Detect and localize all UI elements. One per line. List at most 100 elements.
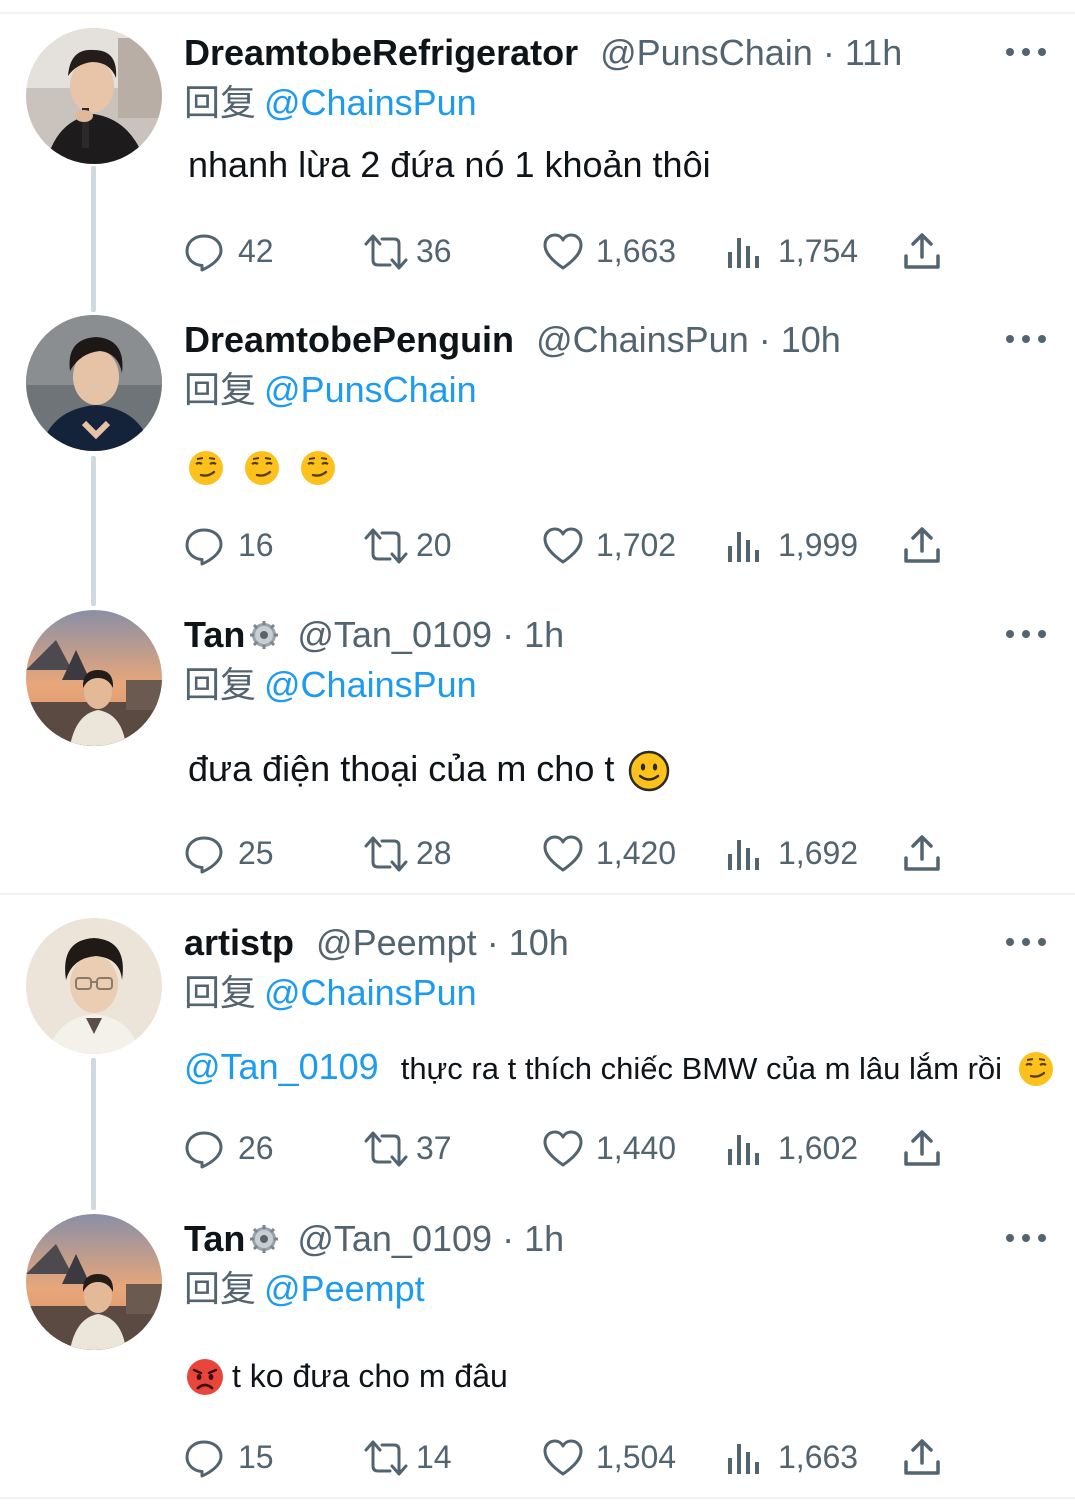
timestamp[interactable]: 1h	[524, 614, 564, 655]
views-bar-chart-icon	[728, 840, 759, 870]
like-count: 1,420	[596, 835, 677, 871]
like-count: 1,702	[596, 527, 677, 563]
thread-connector-line	[91, 456, 96, 606]
smirking-face-emoji	[301, 451, 336, 486]
timestamp[interactable]: 10h	[781, 319, 841, 360]
avatar[interactable]	[26, 315, 162, 451]
display-name[interactable]: DreamtobeRefrigerator	[184, 32, 578, 73]
like-count: 1,504	[596, 1439, 677, 1475]
tweet-actions: 15 14 1,504 1,663	[184, 1432, 964, 1482]
display-name[interactable]: DreamtobePenguin	[184, 319, 514, 360]
user-handle[interactable]: @PunsChain	[600, 32, 813, 73]
gear-badge-icon	[250, 621, 279, 649]
heart-icon	[543, 527, 583, 564]
avatar[interactable]	[26, 1214, 162, 1350]
more-options-icon[interactable]	[1004, 622, 1048, 646]
separator-dot: ·	[502, 1218, 515, 1259]
heart-icon	[543, 233, 583, 270]
like-count: 1,440	[596, 1130, 677, 1166]
reply-count: 26	[238, 1130, 274, 1166]
reply-count: 42	[238, 233, 274, 269]
reply-mention-link[interactable]: @ChainsPun	[264, 664, 477, 705]
timestamp[interactable]: 10h	[509, 922, 569, 963]
reply-bubble-icon	[185, 836, 223, 874]
replying-to: 回复 @PunsChain	[184, 365, 477, 415]
more-options-icon[interactable]	[1004, 327, 1048, 351]
reply-mention-link[interactable]: @Peempt	[264, 1268, 425, 1309]
retweet-icon	[364, 528, 408, 564]
replying-to: 回复 @ChainsPun	[184, 78, 477, 128]
reply-count: 25	[238, 835, 274, 871]
tweet-header: artistp @Peempt · 10h	[184, 918, 569, 968]
reply-bubble-icon	[185, 234, 223, 272]
tweet-text: đưa điện thoại của m cho t	[188, 746, 670, 792]
user-handle[interactable]: @Peempt	[316, 922, 477, 963]
top-divider	[0, 12, 1075, 14]
heart-icon	[543, 1439, 583, 1476]
reply-bubble-icon	[185, 1440, 223, 1478]
share-upload-icon	[904, 233, 940, 269]
tweet-text-content: thực ra t thích chiếc BMW của m lâu lắm …	[400, 1051, 1003, 1086]
retweet-count: 14	[416, 1439, 452, 1475]
display-name[interactable]: artistp	[184, 922, 294, 963]
tweet-mention-link[interactable]: @Tan_0109	[184, 1046, 379, 1087]
more-options-icon[interactable]	[1004, 930, 1048, 954]
separator-dot: ·	[758, 319, 771, 360]
avatar-image	[26, 918, 162, 1054]
user-handle[interactable]: @ChainsPun	[536, 319, 749, 360]
timestamp[interactable]: 11h	[845, 32, 902, 73]
views-count: 1,602	[778, 1130, 859, 1166]
reply-mention-link[interactable]: @PunsChain	[264, 369, 477, 410]
retweet-count: 37	[416, 1130, 452, 1166]
retweet-icon	[364, 234, 408, 270]
user-handle[interactable]: @Tan_0109	[297, 1218, 492, 1259]
reply-mention-link[interactable]: @ChainsPun	[264, 972, 477, 1013]
retweet-icon	[364, 1131, 408, 1167]
tweet-actions: 16 20 1,702 1,999	[184, 520, 964, 570]
tweet-text: t ko đưa cho m đâu	[186, 1352, 508, 1399]
avatar-image	[26, 610, 162, 746]
pouting-face-emoji	[187, 1359, 223, 1396]
views-count: 1,663	[778, 1439, 859, 1475]
reply-count: 15	[238, 1439, 274, 1475]
views-count: 1,999	[778, 527, 859, 563]
reply-prefix: 回复	[184, 369, 257, 410]
views-bar-chart-icon	[728, 1135, 759, 1165]
display-name[interactable]: Tan	[184, 614, 245, 655]
reply-mention-link[interactable]: @ChainsPun	[264, 82, 477, 123]
tweet-header: DreamtobePenguin @ChainsPun · 10h	[184, 315, 841, 365]
share-upload-icon	[904, 1130, 940, 1166]
retweet-count: 20	[416, 527, 452, 563]
conversation-divider	[0, 893, 1075, 895]
more-options-icon[interactable]	[1004, 40, 1048, 64]
smirking-face-emoji	[189, 451, 223, 486]
views-bar-chart-icon	[728, 532, 759, 562]
views-bar-chart-icon	[728, 1444, 759, 1474]
share-upload-icon	[904, 1439, 940, 1475]
share-upload-icon	[904, 835, 940, 871]
more-options-icon[interactable]	[1004, 1226, 1048, 1250]
views-count: 1,692	[778, 835, 859, 871]
heart-icon	[543, 835, 583, 872]
reply-prefix: 回复	[184, 664, 257, 705]
display-name[interactable]: Tan	[184, 1218, 245, 1259]
thread-connector-line	[91, 1058, 96, 1210]
conversation-divider	[0, 1497, 1075, 1499]
avatar[interactable]	[26, 918, 162, 1054]
tweet-text: @Tan_0109 thực ra t thích chiếc BMW của m…	[184, 1044, 1054, 1092]
timestamp[interactable]: 1h	[524, 1218, 564, 1259]
tweet-text-content: t ko đưa cho m đâu	[232, 1358, 508, 1394]
slightly-smiling-face-emoji	[629, 751, 670, 792]
retweet-count: 28	[416, 835, 452, 871]
gear-badge-icon	[250, 1225, 279, 1253]
reply-prefix: 回复	[184, 972, 257, 1013]
heart-icon	[543, 1130, 583, 1167]
user-handle[interactable]: @Tan_0109	[297, 614, 492, 655]
reply-bubble-icon	[185, 528, 223, 566]
retweet-icon	[364, 836, 408, 872]
reply-bubble-icon	[185, 1131, 223, 1169]
avatar[interactable]	[26, 610, 162, 746]
avatar[interactable]	[26, 28, 162, 164]
separator-dot: ·	[486, 922, 499, 963]
smirking-face-emoji	[1019, 1052, 1054, 1087]
